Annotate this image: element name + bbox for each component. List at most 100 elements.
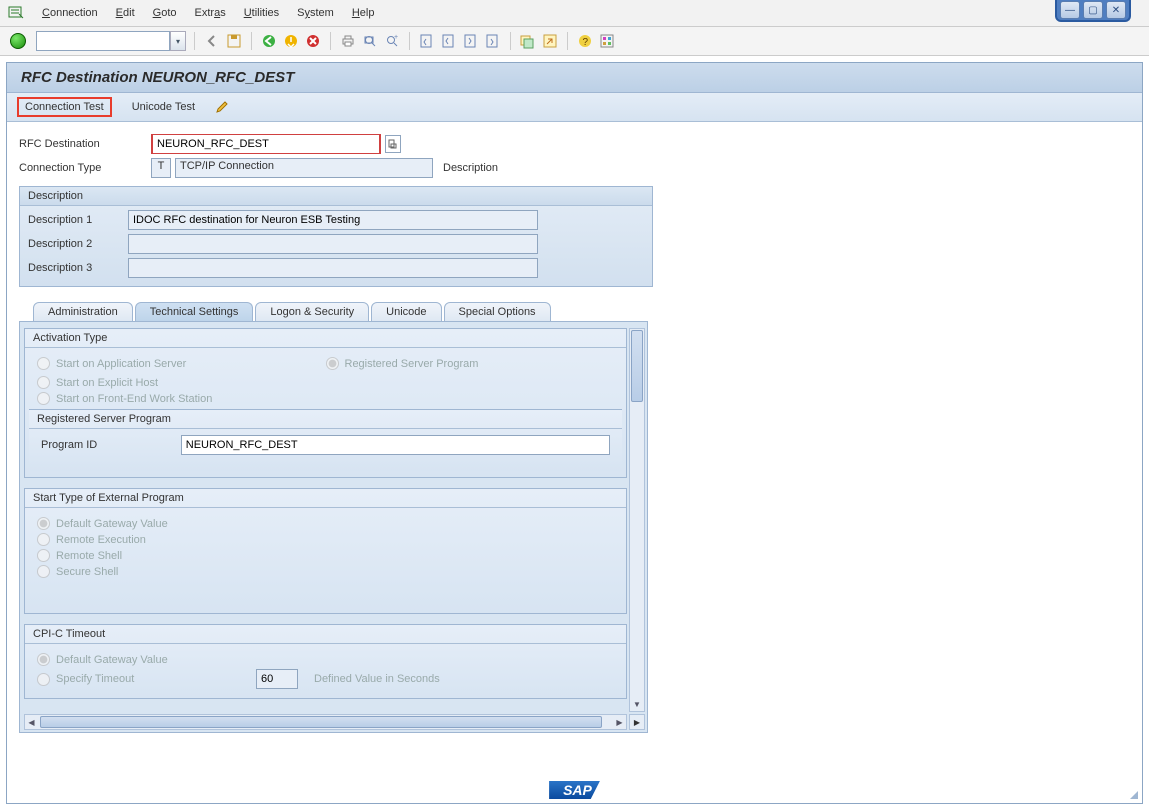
tab-special-options[interactable]: Special Options xyxy=(444,302,551,322)
radio-start-frontend[interactable] xyxy=(37,392,50,405)
cpic-timeout-group: CPI-C Timeout Default Gateway Value Spec… xyxy=(24,624,627,699)
minimize-button[interactable]: — xyxy=(1060,1,1080,19)
green-back-icon[interactable] xyxy=(260,32,278,50)
radio-secure-shell[interactable] xyxy=(37,565,50,578)
label-cpic-specify: Specify Timeout xyxy=(56,673,256,685)
close-button[interactable]: ✕ xyxy=(1106,1,1126,19)
scroll-down-icon[interactable]: ▼ xyxy=(630,698,644,711)
svg-text:?: ? xyxy=(583,37,589,48)
description2-input[interactable] xyxy=(128,234,538,254)
menu-utilities[interactable]: Utilities xyxy=(244,7,279,19)
radio-cpic-default[interactable] xyxy=(37,653,50,666)
defined-seconds-label: Defined Value in Seconds xyxy=(314,673,440,685)
description-group-title: Description xyxy=(20,187,652,206)
description-heading: Description xyxy=(443,162,498,174)
print-icon[interactable] xyxy=(339,32,357,50)
app-toolbar: Connection Test Unicode Test xyxy=(7,93,1142,122)
scroll-left-icon[interactable]: ◀ xyxy=(25,715,38,729)
label-registered-server: Registered Server Program xyxy=(345,358,479,370)
scroll-right-icon[interactable]: ▶ xyxy=(613,715,626,729)
rfc-destination-label: RFC Destination xyxy=(19,138,151,150)
description1-input[interactable] xyxy=(128,210,538,230)
radio-remote-exec[interactable] xyxy=(37,533,50,546)
start-type-title: Start Type of External Program xyxy=(25,489,626,508)
first-page-icon[interactable] xyxy=(418,32,436,50)
find-icon[interactable] xyxy=(361,32,379,50)
next-page-icon[interactable] xyxy=(462,32,480,50)
radio-registered-server[interactable] xyxy=(326,357,339,370)
menubar: Connection Edit Goto Extras Utilities Sy… xyxy=(0,0,1149,27)
resize-grip-icon[interactable] xyxy=(1130,791,1138,799)
vertical-scrollbar[interactable]: ▲ ▼ xyxy=(629,328,645,712)
label-start-frontend: Start on Front-End Work Station xyxy=(56,393,212,405)
save-icon[interactable] xyxy=(225,32,243,50)
tab-strip: Administration Technical Settings Logon … xyxy=(19,301,1130,321)
connection-type-text: TCP/IP Connection xyxy=(175,158,433,178)
menu-help[interactable]: Help xyxy=(352,7,375,19)
connection-type-code: T xyxy=(151,158,171,178)
radio-start-explicit[interactable] xyxy=(37,376,50,389)
svg-text:+: + xyxy=(394,34,398,41)
last-page-icon[interactable] xyxy=(484,32,502,50)
help-icon[interactable]: ? xyxy=(576,32,594,50)
start-type-group: Start Type of External Program Default G… xyxy=(24,488,627,614)
label-remote-exec: Remote Execution xyxy=(56,534,146,546)
toolbar: ▾ + ? xyxy=(0,27,1149,56)
create-shortcut-icon[interactable] xyxy=(541,32,559,50)
description3-input[interactable] xyxy=(128,258,538,278)
pencil-icon[interactable] xyxy=(215,100,229,114)
search-help-icon[interactable] xyxy=(385,135,401,153)
label-secure-shell: Secure Shell xyxy=(56,566,118,578)
connection-test-button[interactable]: Connection Test xyxy=(17,97,112,117)
rfc-destination-input[interactable] xyxy=(151,134,381,154)
tab-panel: Activation Type Start on Application Ser… xyxy=(19,321,648,733)
description3-label: Description 3 xyxy=(28,262,128,274)
command-dropdown[interactable]: ▾ xyxy=(170,31,186,51)
cancel-icon[interactable] xyxy=(304,32,322,50)
cpic-title: CPI-C Timeout xyxy=(25,625,626,644)
enter-icon[interactable] xyxy=(10,33,26,49)
menu-edit[interactable]: Edit xyxy=(116,7,135,19)
activation-type-group: Activation Type Start on Application Ser… xyxy=(24,328,627,478)
description1-label: Description 1 xyxy=(28,214,128,226)
timeout-value-input[interactable] xyxy=(256,669,298,689)
command-field[interactable] xyxy=(36,31,170,51)
prev-page-icon[interactable] xyxy=(440,32,458,50)
tab-technical-settings[interactable]: Technical Settings xyxy=(135,302,254,322)
radio-remote-shell[interactable] xyxy=(37,549,50,562)
tab-administration[interactable]: Administration xyxy=(33,302,133,322)
page-right-icon[interactable]: ▶ xyxy=(629,714,645,730)
label-start-app-server: Start on Application Server xyxy=(56,358,186,370)
window-controls: — ▢ ✕ xyxy=(1055,0,1131,22)
label-default-gateway: Default Gateway Value xyxy=(56,518,168,530)
horizontal-scrollbar[interactable]: ◀ ▶ xyxy=(24,714,627,730)
new-session-icon[interactable] xyxy=(519,32,537,50)
menu-goto[interactable]: Goto xyxy=(153,7,177,19)
tab-logon-security[interactable]: Logon & Security xyxy=(255,302,369,322)
label-cpic-default: Default Gateway Value xyxy=(56,654,168,666)
program-id-label: Program ID xyxy=(41,439,181,451)
label-remote-shell: Remote Shell xyxy=(56,550,122,562)
menu-connection[interactable]: Connection xyxy=(42,7,98,19)
sap-logo: SAP xyxy=(549,781,600,799)
menu-system[interactable]: System xyxy=(297,7,334,19)
menu-extras[interactable]: Extras xyxy=(195,7,226,19)
connection-type-label: Connection Type xyxy=(19,162,151,174)
tab-unicode[interactable]: Unicode xyxy=(371,302,441,322)
exit-icon[interactable] xyxy=(282,32,300,50)
hscroll-thumb[interactable] xyxy=(40,716,602,728)
radio-default-gateway[interactable] xyxy=(37,517,50,530)
app-menu-icon[interactable] xyxy=(8,5,24,21)
program-id-input[interactable] xyxy=(181,435,610,455)
customize-icon[interactable] xyxy=(598,32,616,50)
scroll-thumb[interactable] xyxy=(631,330,643,402)
activation-type-title: Activation Type xyxy=(25,329,626,348)
unicode-test-button[interactable]: Unicode Test xyxy=(126,99,201,115)
page-title: RFC Destination NEURON_RFC_DEST xyxy=(7,63,1142,93)
radio-start-app-server[interactable] xyxy=(37,357,50,370)
radio-cpic-specify[interactable] xyxy=(37,673,50,686)
back-icon[interactable] xyxy=(203,32,221,50)
find-next-icon[interactable]: + xyxy=(383,32,401,50)
description2-label: Description 2 xyxy=(28,238,128,250)
maximize-button[interactable]: ▢ xyxy=(1083,1,1103,19)
